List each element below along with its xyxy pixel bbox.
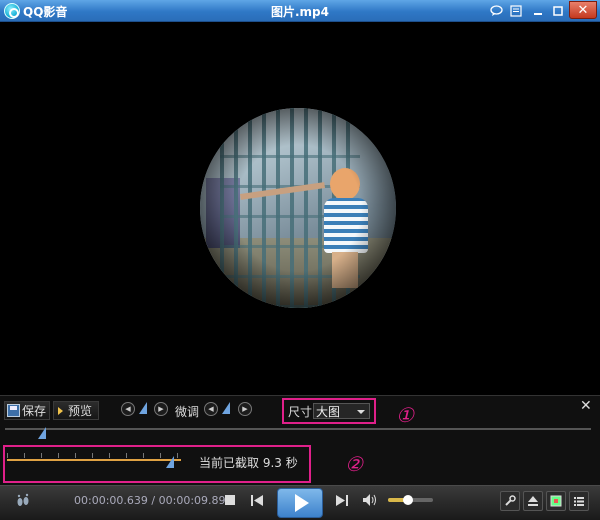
floppy-disk-icon [7,404,20,417]
size-select-value: 大图 [316,404,341,419]
stop-button[interactable] [224,494,236,506]
playlist-button[interactable] [569,491,589,511]
skip-back-icon [251,494,263,506]
time-display: 00:00:00.639 / 00:00:09.899 [74,494,233,507]
stop-icon [225,495,235,505]
start-marker-icon [139,402,147,414]
annotation-one: ① [396,403,414,427]
time-separator: / [151,494,156,507]
clip-end-marker-icon[interactable] [166,456,174,468]
chat-bubble-icon[interactable] [488,3,504,19]
save-button[interactable]: 保存 [4,401,50,420]
panel-close-button[interactable]: ✕ [580,398,592,414]
size-label: 尺寸 [288,405,313,419]
next-button[interactable] [335,494,349,506]
settings-wrench-button[interactable] [500,491,520,511]
video-display[interactable] [0,23,600,395]
minimize-icon[interactable] [530,3,546,19]
eject-button[interactable] [523,491,543,511]
size-select[interactable]: 大图 [313,403,370,419]
total-time: 00:00:09.899 [158,494,233,507]
skin-button[interactable] [546,491,566,511]
maximize-icon[interactable] [550,3,566,19]
eject-icon [528,496,538,506]
video-frame-image [200,108,396,308]
window-close-button[interactable]: ✕ [569,1,597,19]
capture-status: 当前已截取 9.3 秒 [199,456,298,470]
save-label: 保存 [22,404,47,418]
end-step-forward-button[interactable]: ▶ [238,402,252,416]
palette-icon [550,495,562,507]
clip-ticks [7,453,181,458]
menu-list-icon[interactable] [508,3,524,19]
skip-forward-icon [336,494,348,506]
start-step-back-button[interactable]: ◀ [121,402,135,416]
start-step-forward-button[interactable]: ▶ [154,402,168,416]
annotation-two: ② [345,452,363,476]
volume-icon[interactable] [362,493,378,507]
chevron-down-icon [357,410,365,414]
volume-slider[interactable] [388,495,433,505]
list-icon [574,497,584,506]
footprint-icon[interactable] [14,492,32,510]
play-button[interactable] [277,488,323,518]
end-marker-icon [222,402,230,414]
previous-button[interactable] [250,494,264,506]
preview-label: 预览 [68,404,93,418]
current-time: 00:00:00.639 [74,494,148,507]
close-icon: ✕ [577,2,589,18]
timeline-track[interactable] [5,428,591,430]
clip-range-bar[interactable] [7,459,181,461]
play-triangle-icon [58,406,63,415]
fine-tune-label: 微调 [175,405,200,419]
play-icon [295,494,309,512]
timeline-start-marker-icon[interactable] [38,427,46,439]
preview-button[interactable]: 预览 [53,401,99,420]
end-step-back-button[interactable]: ◀ [204,402,218,416]
title-bar: QQ影音 图片.mp4 ✕ [0,0,600,22]
wrench-icon [505,495,516,506]
